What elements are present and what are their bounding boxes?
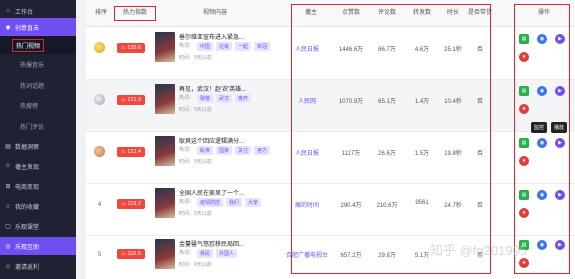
header-rank[interactable]: 排序 (90, 0, 112, 27)
sidebar-item-classroom[interactable]: ▢ 乐观课堂 (0, 217, 76, 235)
gift-icon: ◇ (5, 263, 11, 270)
sidebar-item-hot-topics[interactable]: 热词话题 (0, 76, 76, 94)
watermark: 知乎 @fg201905 (430, 243, 528, 258)
video-thumbnail[interactable] (155, 136, 175, 166)
hot-badge: ♨ 121.4 (117, 147, 145, 157)
bronze-medal-icon (94, 146, 105, 157)
tag[interactable]: 官方 (254, 146, 271, 155)
ops-highlight-box (514, 4, 570, 274)
tag[interactable]: 我们 (226, 198, 243, 207)
silver-medal-icon (94, 94, 105, 105)
tag[interactable]: 中国 (197, 42, 214, 51)
tag-list: 热词： 移民 外国人 (179, 249, 238, 258)
video-title[interactable]: 耿爽这个回应逻辑满分... (179, 136, 244, 145)
sidebar-item-ecommerce[interactable]: ⊞ 电商变现 (0, 177, 76, 195)
help-icon: ◎ (5, 243, 11, 250)
tag[interactable]: 外国人 (216, 249, 238, 258)
bulb-icon: ◉ (5, 24, 11, 31)
tag[interactable]: 一起 (235, 42, 252, 51)
sidebar-item-insights[interactable]: ▤ 数据洞察 (0, 137, 76, 155)
video-title[interactable]: 再见，武汉！赵'农'英雄... (179, 84, 246, 93)
tags-label: 热词： (179, 43, 195, 49)
tags-label: 热词： (179, 199, 195, 205)
sidebar: ⌂ 工作台 ◉ 创意直击 热门视频 热爆音乐 热词话题 热搜榜 热门评论 ▤ 数… (0, 0, 76, 279)
tag[interactable]: 移民 (197, 249, 214, 258)
hot-badge: ♨ 119.2 (117, 199, 145, 209)
tag-list: 热词： 耿爽 国家 关注 官方 (179, 146, 271, 155)
sidebar-item-help[interactable]: ◎ 乐观互助 (0, 237, 76, 255)
sidebar-item-hot-comments[interactable]: 热门评论 (0, 117, 76, 135)
home-icon: ⌂ (6, 8, 10, 14)
cart-icon: ⊞ (5, 183, 11, 190)
tag-list: 热词： 中国 垃圾 一起 新冠 (179, 42, 271, 51)
video-time: 时间：9天以前 (179, 55, 212, 61)
video-thumbnail[interactable] (155, 84, 175, 114)
star-icon: ☆ (5, 203, 11, 210)
tag[interactable]: 致敬 (197, 94, 214, 103)
video-time: 时间：9天以前 (179, 262, 212, 268)
video-thumbnail[interactable] (155, 239, 175, 269)
video-time: 时间：9天以前 (179, 211, 212, 217)
video-title[interactable]: 垂尔维亚宣布进入紧急... (179, 32, 244, 41)
rank-number: 4 (97, 202, 102, 208)
sidebar-item-hot-music[interactable]: 热爆音乐 (0, 55, 76, 73)
header-content: 视频内容 (202, 10, 227, 16)
chart-icon: ▤ (5, 143, 11, 150)
hot-video-table: 排序 热力指数 视频内容 播主 点赞数 评论数 转发数 时长 是否带货 操作 ♨… (86, 0, 575, 279)
tag-list: 热词： 致敬 武汉 离开 (179, 94, 252, 103)
tag[interactable]: 武汉 (216, 94, 233, 103)
book-icon: ▢ (5, 223, 11, 230)
sidebar-item-invite[interactable]: ◇ 邀请返利 (0, 257, 76, 275)
tag-list: 热词： 疫情防控 我们 大家 (179, 198, 262, 207)
video-time: 时间：9天以前 (179, 159, 212, 165)
user-icon: ☺ (4, 163, 12, 169)
tag[interactable]: 新冠 (254, 42, 271, 51)
video-thumbnail[interactable] (155, 32, 175, 62)
rank-number: 5 (97, 252, 102, 258)
tags-label: 热词： (179, 147, 195, 153)
tag[interactable]: 疫情防控 (197, 198, 224, 207)
hot-badge: ♨ 135.6 (117, 43, 145, 53)
header-hot-highlight (114, 6, 156, 21)
sidebar-item-creative[interactable]: ◉ 创意直击 (0, 18, 76, 36)
hot-badge: ♨ 116.5 (117, 249, 145, 259)
tag[interactable]: 垃圾 (216, 42, 233, 51)
video-time: 时间：9天以前 (179, 107, 212, 113)
video-title[interactable]: 金蔓罄气怒怼移民局回... (179, 239, 244, 248)
sidebar-item-hot-video[interactable]: 热门视频 (0, 36, 76, 54)
sidebar-item-creators[interactable]: ☺ 播主发现 (0, 157, 76, 175)
hot-badge: ♨ 121.9 (117, 95, 145, 105)
sidebar-item-hot-search[interactable]: 热搜榜 (0, 96, 76, 114)
tags-label: 热词： (179, 250, 195, 256)
tag[interactable]: 耿爽 (197, 146, 214, 155)
tags-label: 热词： (179, 95, 195, 101)
tag[interactable]: 国家 (216, 146, 233, 155)
gold-medal-icon (94, 42, 105, 53)
stats-highlight-box (291, 4, 491, 274)
video-thumbnail[interactable] (155, 188, 175, 218)
tag[interactable]: 大家 (245, 198, 262, 207)
tag[interactable]: 关注 (235, 146, 252, 155)
sidebar-item-favorites[interactable]: ☆ 我的收藏 (0, 197, 76, 215)
tag[interactable]: 离开 (235, 94, 252, 103)
video-title[interactable]: 全国人民在家呆了一个... (179, 188, 244, 197)
